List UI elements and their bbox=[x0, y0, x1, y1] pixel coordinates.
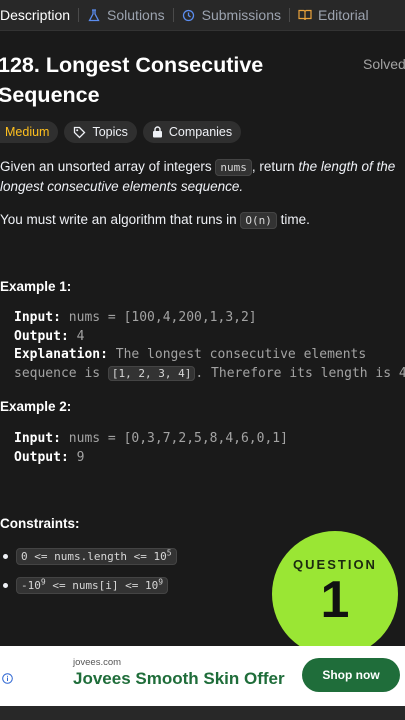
topics-button[interactable]: Topics bbox=[64, 121, 137, 143]
constraint-item: 0 <= nums.length <= 105 bbox=[0, 548, 177, 565]
constraint-code: -109 <= nums[i] <= 109 bbox=[16, 577, 169, 594]
constraint-code: 0 <= nums.length <= 105 bbox=[16, 548, 177, 565]
badge-label: QUESTION bbox=[293, 556, 377, 572]
inline-code: O(n) bbox=[240, 212, 277, 229]
output-value: 4 bbox=[68, 328, 85, 344]
bullet bbox=[3, 554, 8, 559]
tab-submissions[interactable]: Submissions bbox=[182, 0, 281, 30]
topics-label: Topics bbox=[92, 125, 128, 139]
constraint-item: -109 <= nums[i] <= 109 bbox=[0, 577, 169, 594]
output-label: Output: bbox=[14, 449, 69, 465]
question-number-badge: QUESTION 1 bbox=[272, 531, 398, 657]
explanation-text: The longest consecutive elements bbox=[107, 347, 367, 362]
tag-row: Medium Topics Companies bbox=[0, 121, 242, 143]
bullet bbox=[3, 583, 8, 588]
problem-title: 128. Longest Consecutive Sequence bbox=[0, 53, 264, 107]
example-block: Input: nums = [100,4,200,1,3,2] Output: … bbox=[0, 309, 405, 383]
tab-solutions-label: Solutions bbox=[107, 7, 165, 23]
problem-description: Given an unsorted array of integers nums… bbox=[0, 157, 400, 196]
constraint-exponent: 9 bbox=[158, 577, 164, 587]
tab-divider bbox=[289, 8, 290, 22]
info-icon[interactable] bbox=[2, 673, 13, 687]
example-heading: Example 1: bbox=[0, 279, 72, 294]
requirement-text: You must write an algorithm that runs in bbox=[0, 212, 241, 227]
tab-divider bbox=[172, 8, 174, 22]
input-label: Input: bbox=[14, 431, 61, 446]
badge-number: 1 bbox=[320, 570, 350, 629]
tab-description[interactable]: Description bbox=[0, 0, 70, 30]
explanation-text: sequence is bbox=[14, 365, 108, 381]
constraint-text: -10 bbox=[21, 579, 41, 592]
requirement-text: time. bbox=[276, 212, 310, 227]
tab-bar: Description Solutions Submissions Editor… bbox=[0, 0, 405, 31]
companies-label: Companies bbox=[168, 125, 233, 139]
explanation-text: . Therefore its length is 4. bbox=[195, 365, 405, 381]
bottom-toolbar bbox=[0, 706, 405, 720]
inline-code: [1, 2, 3, 4] bbox=[107, 365, 196, 381]
inline-code: nums bbox=[215, 159, 252, 176]
tab-description-label: Description bbox=[0, 7, 71, 23]
input-value: nums = [100,4,200,1,3,2] bbox=[60, 310, 257, 325]
output-label: Output: bbox=[14, 328, 69, 344]
description-text: , return bbox=[251, 159, 299, 174]
difficulty-badge: Medium bbox=[0, 121, 59, 143]
flask-icon bbox=[87, 8, 101, 22]
book-icon bbox=[298, 8, 312, 22]
constraint-text: <= nums[i] <= 10 bbox=[45, 579, 159, 592]
lock-icon bbox=[152, 126, 163, 138]
tab-divider bbox=[78, 8, 80, 22]
constraint-text: 0 <= nums.length <= 10 bbox=[21, 550, 167, 563]
input-value: nums = [0,3,7,2,5,8,4,6,0,1] bbox=[60, 431, 288, 446]
tab-solutions[interactable]: Solutions bbox=[87, 0, 165, 30]
input-label: Input: bbox=[14, 310, 61, 325]
constraints-heading: Constraints: bbox=[0, 516, 80, 531]
history-icon bbox=[182, 8, 196, 22]
constraint-exponent: 5 bbox=[166, 548, 172, 558]
tab-editorial[interactable]: Editorial bbox=[298, 0, 369, 30]
explanation-label: Explanation: bbox=[14, 347, 108, 362]
ad-title[interactable]: Jovees Smooth Skin Offer bbox=[73, 669, 285, 689]
solved-status: Solved bbox=[363, 56, 405, 72]
problem-requirement: You must write an algorithm that runs in… bbox=[0, 210, 400, 230]
tab-submissions-label: Submissions bbox=[201, 7, 281, 23]
description-text: Given an unsorted array of integers bbox=[0, 159, 216, 174]
example-block: Input: nums = [0,3,7,2,5,8,4,6,0,1] Outp… bbox=[0, 430, 405, 467]
tab-editorial-label: Editorial bbox=[318, 7, 369, 23]
example-heading: Example 2: bbox=[0, 399, 72, 414]
ad-domain: jovees.com bbox=[73, 657, 122, 668]
companies-button[interactable]: Companies bbox=[142, 121, 242, 143]
output-value: 9 bbox=[68, 449, 85, 465]
ad-banner[interactable]: jovees.com Jovees Smooth Skin Offer Shop… bbox=[0, 646, 405, 706]
tag-icon bbox=[73, 126, 86, 139]
shop-now-button[interactable]: Shop now bbox=[302, 658, 400, 692]
